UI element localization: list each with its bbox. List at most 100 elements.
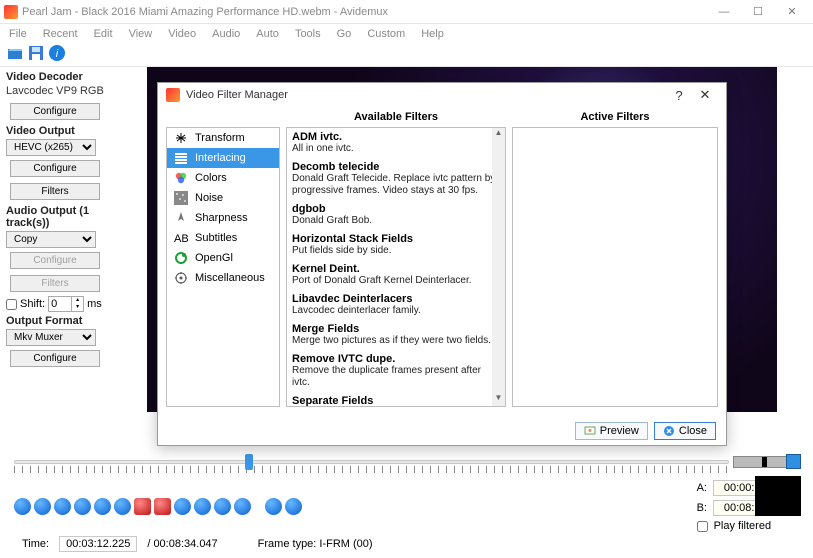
filter-item[interactable]: Kernel Deint.Port of Donald Graft Kernel…: [292, 263, 500, 287]
prev-keyframe-button[interactable]: [94, 498, 111, 515]
close-button[interactable]: Close: [654, 422, 716, 440]
audio-shift-spinner[interactable]: 0▴▾: [48, 296, 84, 312]
video-output-filters-button[interactable]: Filters: [10, 183, 100, 200]
category-label: OpenGl: [195, 252, 233, 264]
misc-icon: [174, 271, 188, 285]
category-subtitles[interactable]: ABC Subtitles: [167, 228, 279, 248]
dialog-close-x-button[interactable]: ✕: [692, 87, 718, 103]
active-filters-heading: Active Filters: [512, 107, 718, 127]
filter-item[interactable]: dgbobDonald Graft Bob.: [292, 203, 500, 227]
interlace-icon: [174, 151, 188, 165]
filter-name: Decomb telecide: [292, 161, 500, 173]
stop-button[interactable]: [34, 498, 51, 515]
category-noise[interactable]: Noise: [167, 188, 279, 208]
video-decoder-configure-button[interactable]: Configure: [10, 103, 100, 120]
filter-name: dgbob: [292, 203, 500, 215]
set-marker-a-button[interactable]: [134, 498, 151, 515]
menu-help[interactable]: Help: [416, 26, 449, 42]
next-black-button[interactable]: [194, 498, 211, 515]
filters-scrollbar[interactable]: ▲ ▼: [492, 128, 505, 406]
transform-icon: [174, 131, 188, 145]
menu-edit[interactable]: Edit: [89, 26, 118, 42]
category-miscellaneous[interactable]: Miscellaneous: [167, 268, 279, 288]
menu-view[interactable]: View: [124, 26, 158, 42]
menu-video[interactable]: Video: [163, 26, 201, 42]
dialog-help-button[interactable]: ?: [666, 88, 692, 103]
category-interlacing[interactable]: Interlacing: [167, 148, 279, 168]
active-filters-list: [512, 127, 718, 407]
dialog-title: Video Filter Manager: [186, 89, 666, 101]
scroll-up-icon[interactable]: ▲: [492, 128, 505, 141]
dialog-app-icon: [166, 88, 180, 102]
prev-frame-button[interactable]: [54, 498, 71, 515]
category-opengl[interactable]: OpenGl: [167, 248, 279, 268]
video-decoder-heading: Video Decoder: [6, 71, 104, 83]
filter-name: Kernel Deint.: [292, 263, 500, 275]
audio-output-combo[interactable]: Copy: [6, 231, 96, 248]
category-label: Sharpness: [195, 212, 248, 224]
filter-item[interactable]: Merge FieldsMerge two pictures as if the…: [292, 323, 500, 347]
goto-end-button[interactable]: [234, 498, 251, 515]
category-label: Noise: [195, 192, 223, 204]
goto-marker-b-button[interactable]: [285, 498, 302, 515]
menu-file[interactable]: File: [4, 26, 32, 42]
close-window-button[interactable]: ✕: [775, 2, 809, 22]
timeline-knob[interactable]: [245, 454, 253, 470]
filter-item[interactable]: Libavdec DeinterlacersLavcodec deinterla…: [292, 293, 500, 317]
audio-output-filters-button[interactable]: Filters: [10, 275, 100, 292]
status-row: Time: 00:03:12.225 / 00:08:34.047 Frame …: [22, 536, 805, 552]
filter-item[interactable]: Horizontal Stack FieldsPut fields side b…: [292, 233, 500, 257]
video-output-combo[interactable]: HEVC (x265): [6, 139, 96, 156]
opengl-icon: [174, 251, 188, 265]
next-keyframe-button[interactable]: [114, 498, 131, 515]
dialog-titlebar: Video Filter Manager ? ✕: [158, 83, 726, 107]
video-output-heading: Video Output: [6, 125, 104, 137]
audio-output-configure-button[interactable]: Configure: [10, 252, 100, 269]
menu-audio[interactable]: Audio: [207, 26, 245, 42]
output-format-combo[interactable]: Mkv Muxer: [6, 329, 96, 346]
maximize-button[interactable]: ☐: [741, 2, 775, 22]
timeline[interactable]: [14, 450, 799, 474]
video-output-configure-button[interactable]: Configure: [10, 160, 100, 177]
menu-go[interactable]: Go: [332, 26, 357, 42]
category-colors[interactable]: Colors: [167, 168, 279, 188]
filter-name: Remove IVTC dupe.: [292, 353, 500, 365]
video-decoder-value: Lavcodec VP9 RGB: [6, 85, 104, 97]
filter-item[interactable]: Decomb telecideDonald Graft Telecide. Re…: [292, 161, 500, 197]
category-sharpness[interactable]: Sharpness: [167, 208, 279, 228]
minimize-button[interactable]: —: [707, 2, 741, 22]
filter-name: Horizontal Stack Fields: [292, 233, 500, 245]
audio-shift-label: Shift:: [20, 298, 45, 310]
save-icon[interactable]: [27, 44, 45, 65]
category-transform[interactable]: Transform: [167, 128, 279, 148]
filter-description: All in one ivtc.: [292, 143, 500, 155]
menu-custom[interactable]: Custom: [362, 26, 410, 42]
menu-auto[interactable]: Auto: [251, 26, 284, 42]
filter-item[interactable]: ADM ivtc.All in one ivtc.: [292, 131, 500, 155]
menu-tools[interactable]: Tools: [290, 26, 326, 42]
play-filtered-checkbox[interactable]: [697, 521, 708, 532]
titlebar: Pearl Jam - Black 2016 Miami Amazing Per…: [0, 0, 813, 24]
goto-marker-a-button[interactable]: [265, 498, 282, 515]
play-button[interactable]: [14, 498, 31, 515]
filter-item[interactable]: Separate FieldsSplit each image into 2 f…: [292, 395, 500, 407]
open-icon[interactable]: [6, 44, 24, 65]
menu-recent[interactable]: Recent: [38, 26, 83, 42]
goto-start-button[interactable]: [214, 498, 231, 515]
svg-text:ABC: ABC: [174, 233, 188, 245]
current-time[interactable]: 00:03:12.225: [59, 536, 137, 552]
prev-black-button[interactable]: [174, 498, 191, 515]
set-marker-b-button[interactable]: [154, 498, 171, 515]
audio-shift-checkbox[interactable]: [6, 299, 17, 310]
subs-icon: ABC: [174, 231, 188, 245]
toolbar: i: [0, 43, 813, 67]
category-label: Subtitles: [195, 232, 237, 244]
scroll-down-icon[interactable]: ▼: [492, 393, 505, 406]
audio-shift-row: Shift: 0▴▾ ms: [6, 296, 104, 312]
thumbnail-marker[interactable]: [786, 454, 801, 469]
filter-item[interactable]: Remove IVTC dupe.Remove the duplicate fr…: [292, 353, 500, 389]
next-frame-button[interactable]: [74, 498, 91, 515]
info-icon[interactable]: i: [48, 44, 66, 65]
output-format-configure-button[interactable]: Configure: [10, 350, 100, 367]
preview-button[interactable]: Preview: [575, 422, 648, 440]
